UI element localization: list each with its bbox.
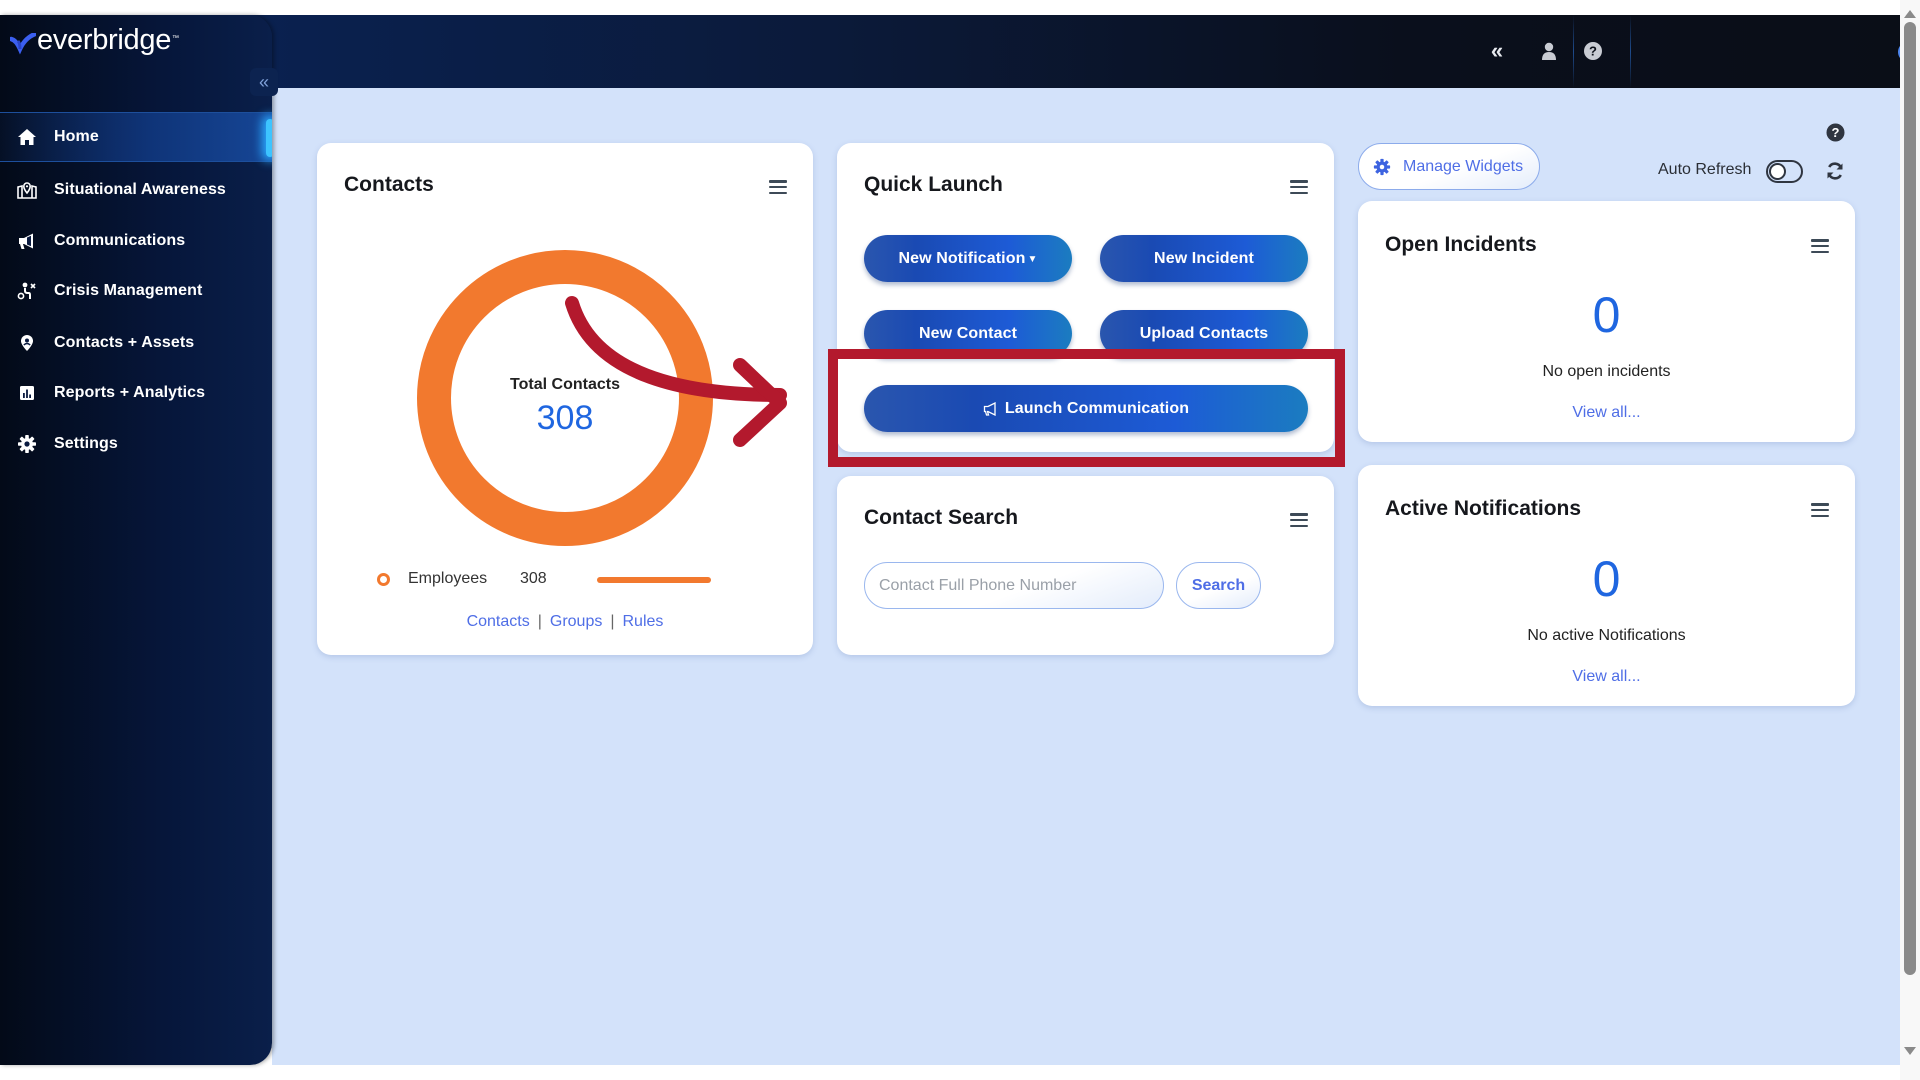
hamburger-menu-icon[interactable] <box>1811 239 1829 253</box>
svg-text:?: ? <box>1832 125 1840 140</box>
new-contact-button[interactable]: New Contact <box>864 310 1072 357</box>
new-incident-button[interactable]: New Incident <box>1100 235 1308 282</box>
open-incidents-widget: Open Incidents 0 No open incidents View … <box>1358 201 1855 442</box>
location-marker-icon <box>14 334 40 352</box>
new-notification-button[interactable]: New Notification ▼ <box>864 235 1072 282</box>
donut-slice-employees[interactable] <box>417 250 713 546</box>
vertical-scrollbar[interactable] <box>1900 0 1920 1080</box>
home-icon <box>14 128 40 146</box>
donut-center-value: 308 <box>536 399 594 437</box>
sidebar-item-label: Communications <box>54 232 186 249</box>
user-icon[interactable] <box>1540 41 1558 61</box>
sidebar-collapse-button[interactable]: « <box>250 68 278 96</box>
active-notifications-message: No active Notifications <box>1527 627 1686 644</box>
widget-title: Contacts <box>344 173 434 196</box>
legend-value: 308 <box>520 570 547 587</box>
auto-refresh-label: Auto Refresh <box>1658 161 1752 178</box>
rules-link[interactable]: Rules <box>623 613 664 630</box>
hamburger-menu-icon[interactable] <box>1290 180 1308 194</box>
sidebar-item-label: Settings <box>54 435 118 452</box>
button-label: Manage Widgets <box>1403 157 1524 175</box>
map-pin-icon <box>14 181 40 199</box>
sidebar-item-label: Contacts + Assets <box>54 334 195 351</box>
widget-title: Contact Search <box>864 506 1019 529</box>
button-label: New Contact <box>919 324 1017 342</box>
sidebar-item-crisis-management[interactable]: Crisis Management <box>0 266 272 316</box>
view-all-notifications-link[interactable]: View all... <box>1358 668 1855 686</box>
hamburger-menu-icon[interactable] <box>1290 513 1308 527</box>
launch-communication-button[interactable]: Launch Communication <box>864 385 1308 432</box>
view-all-incidents-link[interactable]: View all... <box>1358 404 1855 422</box>
contacts-donut-chart <box>417 250 713 546</box>
groups-link[interactable]: Groups <box>550 613 602 630</box>
auto-refresh-toggle[interactable] <box>1766 160 1803 183</box>
logo-trademark: ™ <box>172 35 180 42</box>
legend-marker-icon <box>377 573 390 586</box>
link-separator: | <box>610 613 615 630</box>
toggle-knob <box>1769 163 1786 180</box>
route-icon <box>14 282 40 300</box>
contact-links: Contacts | Groups | Rules <box>317 613 813 631</box>
hamburger-menu-icon[interactable] <box>1811 503 1829 517</box>
contacts-link[interactable]: Contacts <box>467 613 530 630</box>
sidebar-item-situational-awareness[interactable]: Situational Awareness <box>0 165 272 215</box>
contacts-widget: Contacts Total Contacts 308 Employees 30… <box>317 143 813 655</box>
sidebar-item-settings[interactable]: Settings <box>0 419 272 469</box>
sidebar-item-reports-analytics[interactable]: Reports + Analytics <box>0 368 272 418</box>
sidebar-item-label: Situational Awareness <box>54 181 226 198</box>
hamburger-menu-icon[interactable] <box>769 180 787 194</box>
gear-icon <box>1373 158 1391 176</box>
button-label: Launch Communication <box>1004 399 1190 417</box>
refresh-icon[interactable] <box>1825 161 1845 181</box>
upload-contacts-button[interactable]: Upload Contacts <box>1100 310 1308 357</box>
double-chevron-left-icon[interactable]: « <box>1487 38 1507 63</box>
help-icon[interactable]: ? <box>1583 41 1603 61</box>
gear-icon <box>14 434 40 454</box>
svg-text:?: ? <box>1589 44 1597 59</box>
widget-title: Open Incidents <box>1385 233 1537 256</box>
widget-title: Quick Launch <box>864 173 1003 196</box>
top-header: « ? Everbridge 360™ <box>250 15 1920 88</box>
double-chevron-left-icon: « <box>258 71 269 92</box>
manage-widgets-button[interactable]: Manage Widgets <box>1358 143 1540 190</box>
everbridge-logo[interactable]: everbridge ™ <box>8 24 180 56</box>
contact-search-widget: Contact Search Search <box>837 476 1334 655</box>
megaphone-icon <box>983 401 998 416</box>
logo-wordmark: everbridge <box>37 24 172 56</box>
caret-down-icon: ▼ <box>1027 254 1038 265</box>
sidebar-item-communications[interactable]: Communications <box>0 216 272 266</box>
legend-label: Employees <box>408 570 488 587</box>
scroll-down-arrow-icon[interactable] <box>1904 1047 1916 1055</box>
legend-item[interactable]: Employees 308 <box>377 568 777 592</box>
button-label: Upload Contacts <box>1139 324 1269 342</box>
sidebar: everbridge ™ Home Situational Awareness … <box>0 15 272 1065</box>
scroll-up-arrow-icon[interactable] <box>1904 10 1916 18</box>
donut-center-label: Total Contacts <box>510 376 620 393</box>
link-separator: | <box>537 613 542 630</box>
quick-launch-widget: Quick Launch New Notification ▼ New Incid… <box>837 143 1334 452</box>
sidebar-item-home[interactable]: Home <box>0 112 272 162</box>
button-label: New Incident <box>1154 249 1254 267</box>
logo-checkmark-icon <box>8 31 38 55</box>
search-button[interactable]: Search <box>1176 562 1261 609</box>
open-incidents-count: 0 <box>1592 287 1621 343</box>
scrollbar-thumb[interactable] <box>1904 22 1916 975</box>
sidebar-item-label: Home <box>54 128 99 145</box>
phone-number-input[interactable] <box>864 562 1164 609</box>
legend-progress-bar <box>597 577 711 583</box>
active-notifications-count: 0 <box>1592 551 1621 607</box>
sidebar-item-contacts-assets[interactable]: Contacts + Assets <box>0 318 272 368</box>
help-icon[interactable]: ? <box>1826 123 1845 142</box>
bar-chart-icon <box>14 385 40 401</box>
sidebar-item-label: Crisis Management <box>54 282 203 299</box>
button-label: New Notification <box>898 249 1026 267</box>
active-notifications-widget: Active Notifications 0 No active Notific… <box>1358 465 1855 706</box>
megaphone-icon <box>14 232 40 250</box>
header-separator <box>1573 15 1574 88</box>
open-incidents-message: No open incidents <box>1542 363 1671 380</box>
sidebar-item-label: Reports + Analytics <box>54 384 206 401</box>
widget-title: Active Notifications <box>1385 497 1582 520</box>
legend-progress-fill <box>597 577 711 583</box>
header-separator <box>1630 15 1631 88</box>
